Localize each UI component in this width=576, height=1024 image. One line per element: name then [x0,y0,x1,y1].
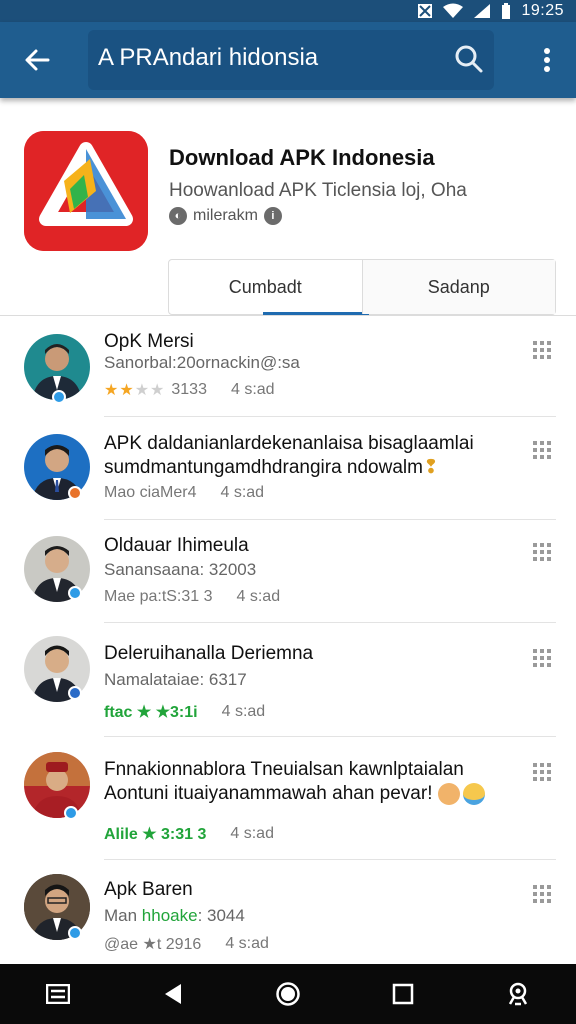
item-subtitle-text: Man hhoake: 3044 [104,906,245,925]
item-meta: ftac ★ ★3:1i 4 s:ad [104,702,265,722]
highlighted-word: hhoake [141,906,198,925]
item-meta: Alile ★ 3:31 3 4 s:ad [104,824,274,844]
verified-badge-icon [64,806,78,820]
battery-icon [501,3,511,19]
avatar [24,752,90,818]
time-text: 4 s:ad [221,703,266,720]
app-icon [24,131,148,251]
verified-badge-icon [68,586,82,600]
item-meta: ★★★★ 3133 4 s:ad [104,380,275,400]
rating-text: @ae ★t 2916 [104,936,202,953]
drag-grid-icon[interactable] [532,648,552,668]
header-divider [0,315,576,316]
recents-list-button[interactable] [34,970,82,1018]
item-title-line2-text: Aontuni ituaiyanammawah ahan pevar! [104,783,433,804]
item-divider [104,519,556,520]
item-title-line2: Aontuni ituaiyanammawah ahan pevar! [104,782,485,806]
developer-icon: ◐ [169,207,187,225]
developer-row: ◐ milerakm i [169,207,282,225]
tab-bar: Cumbadt Sadanp [168,259,556,315]
nav-back-button[interactable] [149,970,197,1018]
nav-home-button[interactable] [264,970,312,1018]
nav-overview-button[interactable] [379,970,427,1018]
list-item[interactable]: APK daldanianlardekenanlaisa bisaglaamla… [0,418,576,522]
item-divider [104,622,556,623]
status-time: 19:25 [521,2,564,19]
nav-assistant-button[interactable] [494,970,542,1018]
flame-icon: ❢ [422,457,439,478]
app-screen: 19:25 A PRAndari hidonsia Download APK I… [0,0,576,1024]
time-text: 4 s:ad [220,484,265,501]
item-subtitle: Sanorbal:20ornackin@:sa [104,353,300,372]
arrow-left-icon [25,49,50,71]
list-item[interactable]: Deleruihanalla Deriemna Namalataiae: 631… [0,624,576,738]
tab-sadanp[interactable]: Sadanp [361,260,555,314]
item-title-line2-text: sumdmantungamdhdrangira ndowalm [104,457,423,478]
item-meta: Mao ciaMer4 4 s:ad [104,484,264,502]
sim-icon [417,3,433,19]
search-field[interactable]: A PRAndari hidonsia [88,30,494,90]
overview-square-icon [392,983,414,1005]
verified-badge-icon [68,926,82,940]
rating-text: Mao ciaMer4 [104,484,197,501]
search-query-text[interactable]: A PRAndari hidonsia [98,44,318,72]
back-triangle-icon [164,984,181,1004]
drag-grid-icon[interactable] [532,340,552,360]
time-text: 4 s:ad [236,588,281,605]
search-icon[interactable] [454,44,484,79]
app-subtitle: Hoowanload APK Ticlensia loj, Oha [169,180,467,201]
item-divider [104,416,556,417]
item-title: APK daldanianlardekenanlaisa bisaglaamla… [104,433,474,454]
item-title-line2: sumdmantungamdhdrangira ndowalm❢ [104,456,439,480]
item-meta: Mae pa:tS:31 3 4 s:ad [104,588,280,606]
drag-grid-icon[interactable] [532,542,552,562]
more-vert-icon [544,48,550,72]
star-rating: ★★★★ [104,382,166,399]
system-nav-bar [0,964,576,1024]
app-logo-icon [24,131,148,251]
item-meta: @ae ★t 2916 4 s:ad [104,934,269,954]
rating-text: Mae pa:tS:31 3 [104,588,213,605]
rating-text: Alile ★ 3:31 3 [104,826,207,843]
assistant-icon [509,982,528,1006]
app-title: Download APK Indonesia [169,145,435,170]
list-item[interactable]: Apk Baren Man hhoake: 3044 @ae ★t 2916 4… [0,860,576,964]
recents-list-icon [45,984,70,1004]
time-text: 4 s:ad [230,381,275,398]
item-subtitle: Namalataiae: 6317 [104,670,247,689]
list-item[interactable]: OpK Mersi Sanorbal:20ornackin@:sa ★★★★ 3… [0,318,576,418]
item-title: OpK Mersi [104,331,194,352]
emoji-face-icon [437,782,460,805]
item-title: Apk Baren [104,879,193,900]
verified-badge-icon [68,686,82,700]
item-subtitle: Man hhoake: 3044 [104,906,245,926]
verified-badge-icon [52,390,66,404]
developer-name[interactable]: milerakm [193,207,258,225]
drag-grid-icon[interactable] [532,884,552,904]
list-item[interactable]: Fnnakionnablora Tneuialsan kawnlptaialan… [0,738,576,860]
item-title: Deleruihanalla Deriemna [104,643,314,664]
item-title: Oldauar Ihimeula [104,535,249,556]
overflow-menu-button[interactable] [532,40,562,80]
info-icon[interactable]: i [263,207,282,225]
time-text: 4 s:ad [225,935,269,952]
top-app-bar: A PRAndari hidonsia [0,22,576,98]
rating-text: ftac ★ ★3:1i [104,704,198,721]
drag-grid-icon[interactable] [532,440,552,460]
status-bar: 19:25 [0,0,576,22]
tab-cumbadt[interactable]: Cumbadt [169,260,369,315]
badge-icon [68,486,82,500]
item-divider [104,736,556,737]
drag-grid-icon[interactable] [532,762,552,782]
list-item[interactable]: Oldauar Ihimeula Sanansaana: 32003 Mae p… [0,522,576,624]
item-subtitle: Sanansaana: 32003 [104,560,257,579]
home-circle-icon [276,982,300,1006]
time-text: 4 s:ad [230,825,274,842]
item-title: Fnnakionnablora Tneuialsan kawnlptaialan [104,759,464,780]
signal-icon [473,3,491,19]
rating-text: 3133 [171,381,207,398]
wifi-icon [443,3,464,19]
back-button[interactable] [14,40,60,80]
emoji-face-icon [462,782,485,805]
